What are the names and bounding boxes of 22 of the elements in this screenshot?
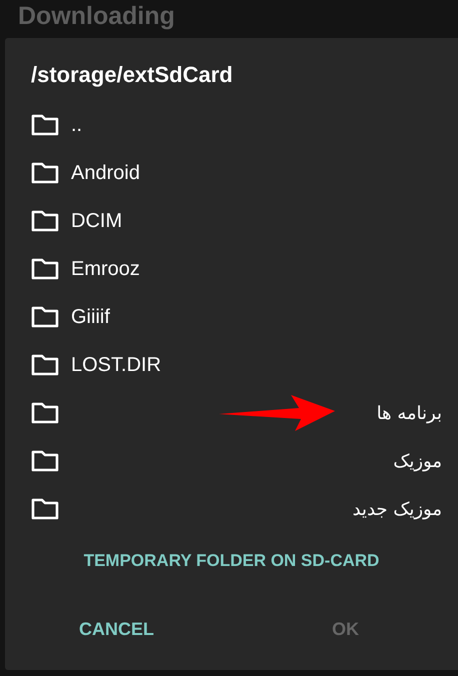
- dialog-title: /storage/extSdCard: [31, 60, 234, 89]
- folder-icon: [31, 354, 59, 376]
- folder-icon: [31, 306, 59, 328]
- folder-name[interactable]: موزیک: [71, 450, 442, 472]
- folder-icon: [31, 402, 59, 424]
- temporary-folder-button[interactable]: TEMPORARY FOLDER ON SD-CARD: [80, 545, 384, 577]
- folder-name[interactable]: ..: [71, 114, 442, 136]
- screen-title: Downloading: [18, 2, 175, 30]
- folder-name[interactable]: DCIM: [71, 210, 442, 232]
- folder-icon: [31, 210, 59, 232]
- folder-icon: [31, 114, 59, 136]
- folder-name[interactable]: برنامه ها: [71, 402, 442, 424]
- folder-icon: [31, 162, 59, 184]
- folder-name[interactable]: Emrooz: [71, 258, 442, 280]
- cancel-button[interactable]: CANCEL: [75, 613, 158, 646]
- folder-name[interactable]: Giiiif: [71, 306, 442, 328]
- folder-icon: [31, 498, 59, 520]
- folder-icon: [31, 450, 59, 472]
- folder-name[interactable]: LOST.DIR: [71, 354, 442, 376]
- folder-name[interactable]: موزیک جدید: [71, 498, 442, 520]
- folder-icon: [31, 258, 59, 280]
- folder-name[interactable]: Android: [71, 162, 442, 184]
